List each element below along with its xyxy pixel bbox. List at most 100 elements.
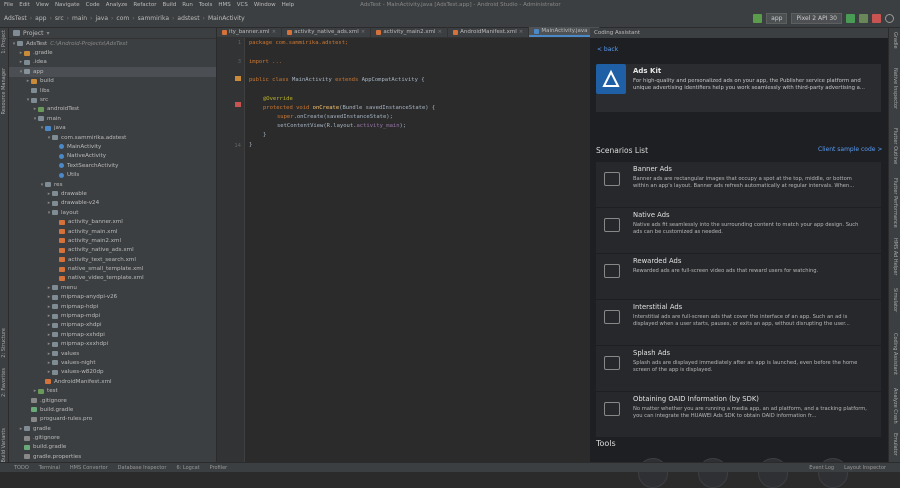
status-tab[interactable]: TODO — [14, 465, 29, 471]
client-sample-code-link[interactable]: Client sample code > — [818, 146, 882, 153]
right-tool-tab[interactable]: Native Inspector — [892, 68, 898, 109]
breadcrumb-item[interactable]: sammirika — [138, 15, 169, 22]
menu-code[interactable]: Code — [86, 2, 100, 8]
tree-row[interactable]: ▸ values-night — [9, 358, 216, 367]
close-icon[interactable]: × — [438, 29, 443, 35]
menu-window[interactable]: Window — [254, 2, 276, 8]
scenario-card[interactable]: Banner Ads Banner ads are rectangular ima… — [596, 162, 881, 208]
tree-row[interactable]: native_video_template.xml — [9, 274, 216, 283]
override-gutter-icon[interactable] — [235, 102, 241, 107]
editor-tab[interactable]: ity_banner.xml × — [217, 27, 283, 37]
menu-build[interactable]: Build — [162, 2, 176, 8]
module-selector[interactable]: app — [766, 13, 788, 24]
tree-row[interactable]: build.gradle — [9, 443, 216, 452]
tree-row[interactable]: ▸ test — [9, 386, 216, 395]
right-tool-tab[interactable]: Flutter Performance — [892, 178, 898, 228]
breadcrumb-item[interactable]: src — [55, 15, 64, 22]
right-tool-tab[interactable]: Emulator — [892, 433, 898, 456]
status-tab[interactable]: Event Log — [809, 465, 834, 471]
tree-row[interactable]: ▾ src — [9, 95, 216, 104]
menu-edit[interactable]: Edit — [19, 2, 30, 8]
tree-row[interactable]: ▾ res — [9, 180, 216, 189]
tree-row[interactable]: ▸ androidTest — [9, 105, 216, 114]
tree-row[interactable]: NativeActivity — [9, 152, 216, 161]
tree-row[interactable]: MainActivity — [9, 142, 216, 151]
close-icon[interactable]: × — [361, 29, 366, 35]
tree-row[interactable]: ▸ gradle — [9, 424, 216, 433]
code-editor[interactable]: 1 3 14 package com.sammirika.adstest; im… — [217, 38, 590, 462]
breadcrumb-item[interactable]: com — [116, 15, 129, 22]
tree-row[interactable]: ▾ AdsTest C:\Android-Projects\AdsTest — [9, 39, 216, 48]
tree-row[interactable]: build.gradle — [9, 405, 216, 414]
left-tool-tab[interactable]: 2: Favorites — [1, 368, 7, 397]
tree-row[interactable]: ▸ drawable-v24 — [9, 199, 216, 208]
tree-row[interactable]: ▾ com.sammirika.adstest — [9, 133, 216, 142]
menu-refactor[interactable]: Refactor — [133, 2, 156, 8]
tree-row[interactable]: ▸ build — [9, 77, 216, 86]
left-tool-tab[interactable]: 2: Structure — [1, 328, 7, 358]
breadcrumb-item[interactable]: main — [72, 15, 87, 22]
tree-row[interactable]: ▾ app — [9, 67, 216, 77]
status-tab[interactable]: Terminal — [39, 465, 60, 471]
tree-row[interactable]: ▸ drawable — [9, 189, 216, 198]
run-icon[interactable] — [846, 14, 855, 23]
tree-row[interactable]: ▸ values-w820dp — [9, 368, 216, 377]
left-tool-tab[interactable]: Build Variants — [1, 428, 7, 462]
menu-analyze[interactable]: Analyze — [106, 2, 128, 8]
scenario-card[interactable]: Rewarded Ads Rewarded ads are full-screen… — [596, 254, 881, 300]
tree-row[interactable]: libs — [9, 86, 216, 95]
search-icon[interactable] — [885, 14, 894, 23]
project-view-selector[interactable]: Project — [23, 30, 44, 37]
breadcrumb-item[interactable]: MainActivity — [208, 15, 245, 22]
status-tab[interactable]: Profiler — [210, 465, 228, 471]
tree-row[interactable]: ▾ main — [9, 114, 216, 123]
editor-tab[interactable]: activity_main2.xml × — [371, 27, 449, 37]
right-tool-tab[interactable]: Coding Assistant — [892, 333, 898, 375]
breadcrumb-item[interactable]: AdsTest — [4, 15, 27, 22]
menu-help[interactable]: Help — [282, 2, 295, 8]
breadcrumb-item[interactable]: java — [95, 15, 108, 22]
right-tool-tab[interactable]: Analyze Crash — [892, 388, 898, 424]
breadcrumb-item[interactable]: app — [35, 15, 46, 22]
chevron-down-icon[interactable]: ▾ — [47, 30, 50, 37]
tree-row[interactable]: ▸ values — [9, 349, 216, 358]
tree-row[interactable]: ▸ mipmap-anydpi-v26 — [9, 293, 216, 302]
tree-row[interactable]: ▾ java — [9, 124, 216, 133]
device-selector[interactable]: Pixel 2 API 30 — [791, 13, 842, 24]
menu-view[interactable]: View — [36, 2, 49, 8]
status-tab[interactable]: HMS Convertor — [70, 465, 108, 471]
tree-row[interactable]: .gitignore — [9, 433, 216, 442]
right-tool-tab[interactable]: Gradle — [892, 32, 898, 49]
tree-row[interactable]: ▸ mipmap-hdpi — [9, 302, 216, 311]
menu-hms[interactable]: HMS — [218, 2, 230, 8]
scenario-card[interactable]: Native Ads Native ads fit seamlessly into… — [596, 208, 881, 254]
menu-navigate[interactable]: Navigate — [55, 2, 80, 8]
tree-row[interactable]: Utils — [9, 170, 216, 179]
stop-icon[interactable] — [872, 14, 881, 23]
tree-row[interactable]: AndroidManifest.xml — [9, 377, 216, 386]
left-tool-tab[interactable]: Resource Manager — [1, 68, 7, 114]
menu-vcs[interactable]: VCS — [237, 2, 248, 8]
right-tool-tab[interactable]: Simulator — [892, 288, 898, 312]
tree-row[interactable]: ▸ mipmap-xxxhdpi — [9, 340, 216, 349]
tree-row[interactable]: native_small_template.xml — [9, 264, 216, 273]
editor-tab[interactable]: AndroidManifest.xml × — [448, 27, 530, 37]
tree-row[interactable]: ▸ mipmap-xhdpi — [9, 321, 216, 330]
status-tab[interactable]: Layout Inspector — [844, 465, 886, 471]
right-tool-tab[interactable]: Flutter Outline — [892, 128, 898, 164]
scenario-card[interactable]: Obtaining OAID Information (by SDK) No ma… — [596, 392, 881, 438]
breadcrumb-item[interactable]: adstest — [177, 15, 199, 22]
menu-tools[interactable]: Tools — [199, 2, 213, 8]
tree-row[interactable]: ▸ mipmap-xxhdpi — [9, 330, 216, 339]
run-gutter-icon[interactable] — [235, 76, 241, 81]
tree-row[interactable]: ▸ menu — [9, 283, 216, 292]
menu-file[interactable]: File — [4, 2, 13, 8]
tree-row[interactable]: ▸ .idea — [9, 58, 216, 67]
scenario-card[interactable]: Splash Ads Splash ads are displayed immed… — [596, 346, 881, 392]
tree-row[interactable]: activity_main2.xml — [9, 236, 216, 245]
hammer-icon[interactable] — [753, 14, 763, 23]
left-tool-tab[interactable]: 1: Project — [1, 30, 7, 54]
tree-row[interactable]: gradle.properties — [9, 452, 216, 461]
tree-row[interactable]: activity_banner.xml — [9, 217, 216, 226]
menu-run[interactable]: Run — [182, 2, 193, 8]
